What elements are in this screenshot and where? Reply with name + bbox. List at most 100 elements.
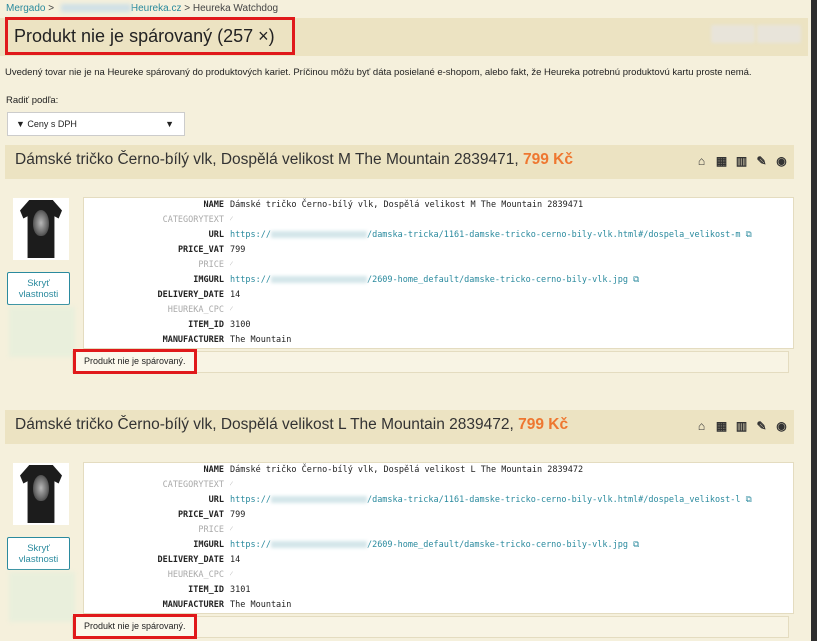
property-key: ITEM_ID — [188, 320, 224, 330]
product-title: Dámské tričko Černo-bílý vlk, Dospělá ve… — [15, 151, 573, 169]
property-value-text: The Mountain — [230, 335, 292, 345]
property-value: 799 — [230, 508, 793, 523]
hide-properties-button[interactable]: Skryť vlastnosti — [7, 272, 70, 305]
property-value-text: ⁄ — [230, 305, 232, 315]
breadcrumb-shop-link[interactable]: Heureka.cz — [131, 3, 182, 14]
property-value: 14 — [230, 553, 793, 568]
property-value-text: 799 — [230, 245, 246, 255]
product-actions: ⌂ ▦ ▥ ✎ ◉ — [695, 154, 788, 168]
sort-selected-value: ▼ Ceny s DPH — [16, 119, 77, 129]
property-row: DELIVERY_DATE 14 — [84, 288, 793, 303]
property-value: 3100 — [230, 318, 793, 333]
property-row: MANUFACTURER The Mountain — [84, 333, 793, 348]
page-title: Produkt nie je spárovaný (257 ×) — [14, 26, 275, 46]
product-header: Dámské tričko Černo-bílý vlk, Dospělá ve… — [5, 410, 794, 444]
property-value[interactable]: https:// /2609-home_default/damske-tricko… — [230, 538, 793, 553]
property-row: PRICE ⁄ — [84, 523, 793, 538]
external-link-icon: ⧉ — [633, 540, 640, 550]
status-label: Produkt nie je spárovaný. — [73, 349, 197, 374]
property-row: HEUREKA_CPC ⁄ — [84, 303, 793, 318]
blurred-image — [9, 572, 75, 622]
property-value: ⁄ — [230, 303, 793, 318]
shop-icon[interactable]: ⌂ — [695, 419, 708, 433]
property-value: Dámské tričko Černo-bílý vlk, Dospělá ve… — [230, 463, 793, 478]
property-row: HEUREKA_CPC ⁄ — [84, 568, 793, 583]
url-prefix: https:// — [230, 495, 271, 505]
property-row: URL https:// /damska-tricka/1161-damske-t… — [84, 228, 793, 243]
product-price: 799 Kč — [523, 151, 573, 168]
property-row: URL https:// /damska-tricka/1161-damske-t… — [84, 493, 793, 508]
url-path: /2609-home_default/damske-tricko-cerno-b… — [366, 540, 628, 550]
property-key: MANUFACTURER — [162, 600, 224, 610]
chart-icon[interactable]: ▥ — [735, 419, 748, 433]
blurred-domain — [270, 541, 367, 548]
hide-properties-button[interactable]: Skryť vlastnosti — [7, 537, 70, 570]
hide-eye-icon[interactable]: ◉ — [775, 154, 788, 168]
blurred-domain — [270, 496, 367, 503]
blurred-button[interactable] — [757, 25, 801, 43]
property-value-text: ⁄ — [230, 260, 232, 270]
property-value: ⁄ — [230, 523, 793, 538]
property-value: ⁄ — [230, 213, 793, 228]
window-edge — [811, 0, 817, 641]
page-description: Uvedený tovar nie je na Heureke spárovan… — [5, 67, 752, 78]
blurred-button[interactable] — [711, 25, 755, 43]
external-link-icon: ⧉ — [745, 495, 752, 505]
product-thumbnail — [13, 198, 69, 260]
property-value-text: 3101 — [230, 585, 251, 595]
breadcrumb-mergado-link[interactable]: Mergado — [6, 3, 45, 14]
product-name: Dámské tričko Černo-bílý vlk, Dospělá ve… — [15, 151, 519, 168]
chevron-down-icon: ▼ — [165, 119, 174, 129]
property-key: URL — [208, 495, 224, 505]
blurred-image — [9, 307, 75, 357]
property-key: CATEGORYTEXT — [162, 480, 224, 490]
chart-icon[interactable]: ▥ — [735, 154, 748, 168]
properties-table: NAME Dámské tričko Černo-bílý vlk, Dospě… — [83, 197, 794, 349]
property-value-text: 3100 — [230, 320, 251, 330]
property-row: NAME Dámské tričko Černo-bílý vlk, Dospě… — [84, 198, 793, 213]
property-row: ITEM_ID 3101 — [84, 583, 793, 598]
property-value[interactable]: https:// /2609-home_default/damske-tricko… — [230, 273, 793, 288]
property-value-text: Dámské tričko Černo-bílý vlk, Dospělá ve… — [230, 465, 584, 475]
property-row: CATEGORYTEXT ⁄ — [84, 213, 793, 228]
breadcrumb-current: Heureka Watchdog — [192, 3, 279, 14]
property-row: CATEGORYTEXT ⁄ — [84, 478, 793, 493]
property-value: ⁄ — [230, 568, 793, 583]
property-key: URL — [208, 230, 224, 240]
property-value[interactable]: https:// /damska-tricka/1161-damske-trick… — [230, 228, 793, 243]
page-title-highlight: Produkt nie je spárovaný (257 ×) — [5, 17, 295, 55]
property-row: NAME Dámské tričko Černo-bílý vlk, Dospě… — [84, 463, 793, 478]
product-name: Dámské tričko Černo-bílý vlk, Dospělá ve… — [15, 416, 514, 433]
url-path: /damska-tricka/1161-damske-tricko-cerno-… — [366, 495, 741, 505]
property-value: The Mountain — [230, 598, 793, 613]
property-value-text: Dámské tričko Černo-bílý vlk, Dospělá ve… — [230, 200, 584, 210]
external-link-icon: ⧉ — [633, 275, 640, 285]
sort-select[interactable]: ▼ Ceny s DPH ▼ — [7, 112, 185, 136]
url-prefix: https:// — [230, 230, 271, 240]
url-prefix: https:// — [230, 540, 271, 550]
url-path: /2609-home_default/damske-tricko-cerno-b… — [366, 275, 628, 285]
pencil-icon[interactable]: ✎ — [755, 419, 768, 433]
property-key: IMGURL — [193, 275, 224, 285]
property-row: IMGURL https:// /2609-home_default/damske… — [84, 538, 793, 553]
property-row: PRICE ⁄ — [84, 258, 793, 273]
pencil-icon[interactable]: ✎ — [755, 154, 768, 168]
wolf-face-print — [33, 475, 49, 501]
qr-icon[interactable]: ▦ — [715, 154, 728, 168]
property-value-text: The Mountain — [230, 600, 292, 610]
property-value[interactable]: https:// /damska-tricka/1161-damske-trick… — [230, 493, 793, 508]
hide-eye-icon[interactable]: ◉ — [775, 419, 788, 433]
property-row: DELIVERY_DATE 14 — [84, 553, 793, 568]
property-key: PRICE — [198, 260, 224, 270]
property-value-text: ⁄ — [230, 215, 232, 225]
property-key: PRICE — [198, 525, 224, 535]
product-title: Dámské tričko Černo-bílý vlk, Dospělá ve… — [15, 416, 568, 434]
property-key: PRICE_VAT — [177, 245, 224, 255]
product-thumbnail — [13, 463, 69, 525]
property-key: PRICE_VAT — [177, 510, 224, 520]
property-key: HEUREKA_CPC — [167, 570, 224, 580]
property-value-text: 14 — [230, 555, 241, 565]
property-row: MANUFACTURER The Mountain — [84, 598, 793, 613]
qr-icon[interactable]: ▦ — [715, 419, 728, 433]
shop-icon[interactable]: ⌂ — [695, 154, 708, 168]
